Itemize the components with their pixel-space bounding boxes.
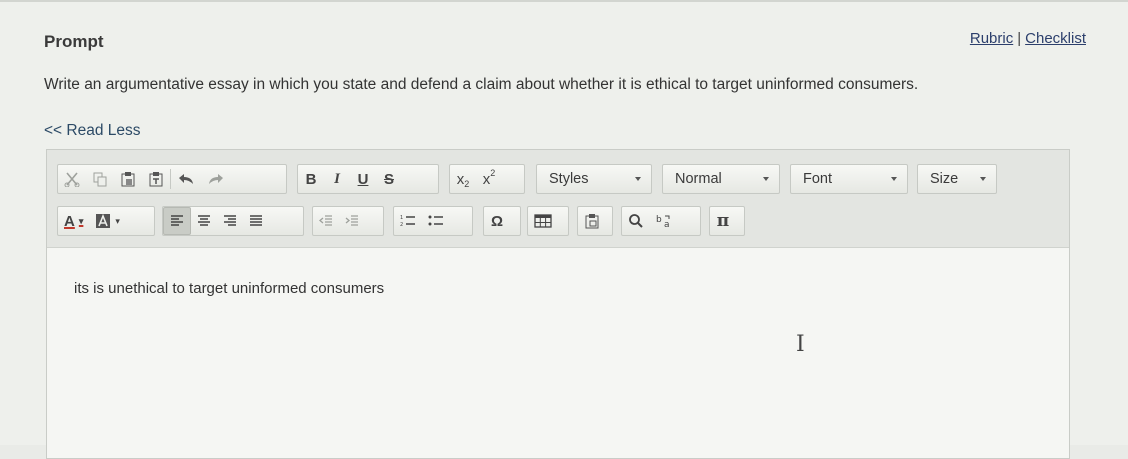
read-less-link[interactable]: << Read Less bbox=[44, 122, 141, 140]
justify-icon[interactable] bbox=[243, 207, 269, 235]
font-dropdown-label: Font bbox=[803, 171, 833, 187]
numbered-list-icon[interactable]: 12 bbox=[394, 207, 422, 235]
bulleted-list-icon[interactable] bbox=[422, 207, 450, 235]
basic-styles-group: B I U S bbox=[297, 164, 439, 194]
editor-toolbar: B I U S x2 x2 Styles Normal Font Size A … bbox=[47, 150, 1069, 248]
text-cursor-icon: I bbox=[796, 332, 805, 357]
strikethrough-button[interactable]: S bbox=[376, 165, 402, 193]
superscript-mark: 2 bbox=[490, 168, 496, 178]
list-group: 12 bbox=[393, 206, 473, 236]
chevron-down-icon bbox=[980, 177, 986, 181]
svg-text:1: 1 bbox=[400, 215, 403, 221]
table-icon[interactable] bbox=[528, 207, 558, 235]
find-icon[interactable] bbox=[622, 207, 650, 235]
underline-button[interactable]: U bbox=[350, 165, 376, 193]
background-color-icon bbox=[96, 213, 111, 228]
styles-dropdown-label: Styles bbox=[549, 171, 589, 187]
paste-text-icon[interactable] bbox=[142, 165, 170, 193]
paste-word-group bbox=[577, 206, 613, 236]
font-dropdown[interactable]: Font bbox=[790, 164, 908, 194]
chevron-down-icon bbox=[635, 177, 641, 181]
format-dropdown[interactable]: Normal bbox=[662, 164, 780, 194]
prompt-text: Write an argumentative essay in which yo… bbox=[44, 76, 919, 93]
italic-button[interactable]: I bbox=[324, 165, 350, 193]
align-left-icon[interactable] bbox=[163, 207, 191, 235]
text-color-button[interactable]: A ▾ bbox=[58, 207, 89, 235]
format-dropdown-label: Normal bbox=[675, 171, 722, 187]
align-right-icon[interactable] bbox=[217, 207, 243, 235]
math-group: π bbox=[709, 206, 745, 236]
text-color-label: A bbox=[64, 212, 75, 230]
chevron-down-icon: ▾ bbox=[78, 215, 84, 226]
prompt-title: Prompt bbox=[44, 32, 104, 51]
cut-icon[interactable] bbox=[58, 165, 86, 193]
outdent-icon[interactable] bbox=[313, 207, 339, 235]
paste-from-word-icon[interactable] bbox=[578, 207, 606, 235]
rich-text-editor: B I U S x2 x2 Styles Normal Font Size A … bbox=[46, 149, 1070, 459]
rubric-link[interactable]: Rubric bbox=[970, 30, 1013, 47]
align-center-icon[interactable] bbox=[191, 207, 217, 235]
equation-button[interactable]: π bbox=[710, 207, 736, 235]
editor-content-area[interactable]: its is unethical to target uninformed co… bbox=[47, 248, 1069, 458]
indent-icon[interactable] bbox=[339, 207, 365, 235]
special-character-button[interactable]: Ω bbox=[484, 207, 510, 235]
special-char-group: Ω bbox=[483, 206, 521, 236]
size-dropdown[interactable]: Size bbox=[917, 164, 997, 194]
styles-dropdown[interactable]: Styles bbox=[536, 164, 652, 194]
prompt-panel: Prompt Rubric | Checklist Write an argumen… bbox=[0, 0, 1128, 459]
undo-icon[interactable] bbox=[171, 165, 201, 193]
clipboard-group bbox=[57, 164, 287, 194]
color-group: A ▾ ▾ bbox=[57, 206, 155, 236]
subscript-button[interactable]: x2 bbox=[450, 165, 476, 193]
replace-icon[interactable]: ba bbox=[650, 207, 680, 235]
subscript-label: x bbox=[456, 170, 465, 188]
script-group: x2 x2 bbox=[449, 164, 525, 194]
checklist-link[interactable]: Checklist bbox=[1025, 30, 1086, 47]
chevron-down-icon: ▾ bbox=[115, 215, 120, 226]
chevron-down-icon bbox=[891, 177, 897, 181]
bold-button[interactable]: B bbox=[298, 165, 324, 193]
chevron-down-icon bbox=[763, 177, 769, 181]
background-color-button[interactable]: ▾ bbox=[89, 207, 126, 235]
svg-text:2: 2 bbox=[400, 222, 403, 228]
svg-text:b: b bbox=[656, 215, 662, 225]
header-links: Rubric | Checklist bbox=[970, 30, 1086, 47]
links-separator: | bbox=[1017, 30, 1022, 47]
subscript-mark: 2 bbox=[464, 179, 470, 189]
redo-icon[interactable] bbox=[201, 165, 231, 193]
paste-icon[interactable] bbox=[114, 165, 142, 193]
copy-icon[interactable] bbox=[86, 165, 114, 193]
superscript-label: x bbox=[482, 170, 491, 188]
superscript-button[interactable]: x2 bbox=[476, 165, 502, 193]
indent-group bbox=[312, 206, 384, 236]
alignment-group bbox=[162, 206, 304, 236]
table-group bbox=[527, 206, 569, 236]
svg-text:a: a bbox=[664, 220, 670, 229]
size-dropdown-label: Size bbox=[930, 171, 959, 187]
find-group: ba bbox=[621, 206, 701, 236]
essay-text: its is unethical to target uninformed co… bbox=[74, 280, 385, 297]
